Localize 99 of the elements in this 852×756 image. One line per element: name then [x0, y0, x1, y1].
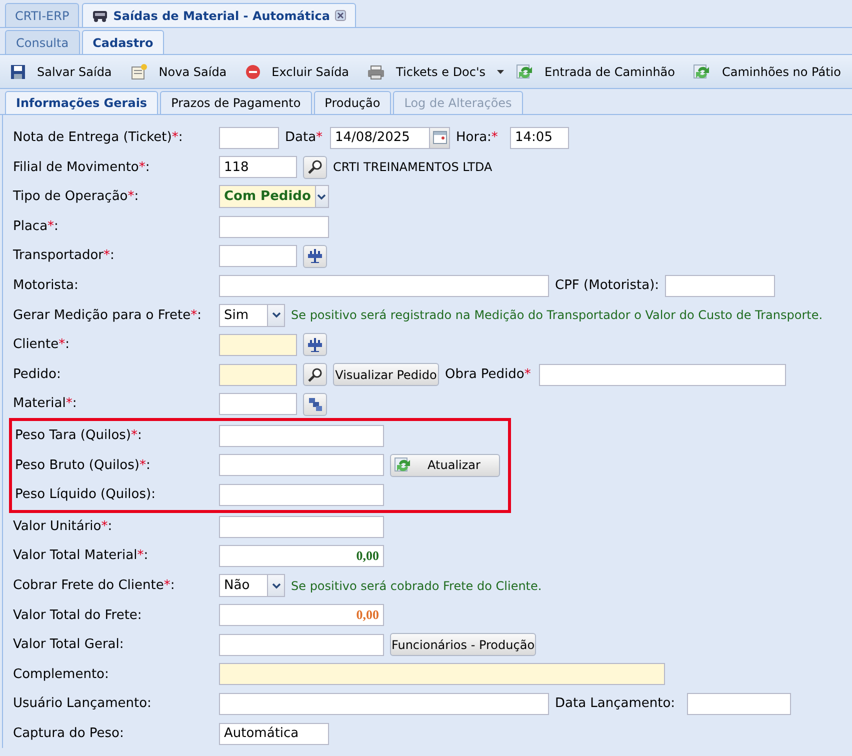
tab[interactable]: Cadastro [82, 30, 164, 54]
field-label: Peso Tara (Quilos)*: [15, 426, 143, 445]
field-label: CPF (Motorista): [555, 277, 660, 296]
input-field[interactable]: 118 [219, 156, 297, 178]
hierarchy-icon [307, 248, 323, 264]
field-label: Obra Pedido* [445, 366, 532, 384]
hint-text: Se positivo será cobrado Frete do Cliente. [291, 578, 542, 595]
field-label: Gerar Medição para o Frete*: [13, 306, 202, 325]
amount-field[interactable]: 0,00 [219, 545, 384, 568]
search-button[interactable] [303, 363, 327, 386]
field-label: Data Lançamento: [555, 695, 676, 714]
minus-circle-icon [244, 64, 261, 80]
date-field[interactable]: 14/08/2025 [330, 126, 450, 149]
input-field[interactable] [219, 274, 549, 297]
search-icon [307, 366, 323, 383]
field-label: Valor Total do Frete: [13, 606, 143, 625]
field-label: Cobrar Frete do Cliente*: [13, 576, 176, 595]
input-field[interactable] [665, 274, 776, 297]
input-field[interactable] [219, 484, 384, 506]
toolbar-button[interactable]: Excluir Saída [242, 60, 358, 84]
input-field[interactable] [219, 245, 297, 268]
caret-icon[interactable] [314, 186, 328, 208]
tab-label: CRTI-ERP [15, 8, 70, 24]
input-field[interactable] [539, 364, 786, 386]
calendar-icon[interactable] [429, 128, 449, 148]
input-field[interactable] [219, 334, 297, 356]
refresh-icon [516, 64, 534, 80]
caret-icon [496, 70, 504, 74]
printer-icon [367, 64, 386, 80]
field-label: Valor Total Material*: [13, 547, 150, 566]
close-icon[interactable] [334, 10, 346, 21]
input-field[interactable] [219, 454, 384, 476]
input-field[interactable] [219, 424, 384, 447]
field-label: Hora:* [456, 129, 499, 148]
toolbar-button[interactable]: Entrada de Caminhão [514, 60, 683, 84]
tab[interactable]: Produção [314, 91, 392, 114]
dropdown-value: Sim [223, 306, 250, 325]
field-label: Data* [285, 129, 324, 148]
tab[interactable]: Consulta [5, 30, 80, 54]
refresh-button[interactable]: Atualizar [390, 454, 500, 477]
field-label: Valor Unitário*: [13, 518, 114, 536]
dropdown-value: Com Pedido [223, 188, 312, 206]
input-field[interactable]: 14:05 [510, 126, 569, 149]
field-label: Peso Bruto (Quilos)*: [15, 456, 152, 475]
field-label: Complemento: [13, 666, 110, 684]
toolbar-button[interactable]: Tickets e Doc's [365, 60, 506, 84]
branch-name: CRTI TREINAMENTOS LTDA [333, 159, 492, 176]
dropdown-field[interactable]: Com Pedido [219, 185, 329, 208]
dropdown-value: Não [223, 577, 251, 596]
toolbar-button[interactable]: Nova Saída [128, 60, 235, 84]
tab[interactable]: Prazos de Pagamento [160, 91, 312, 114]
refresh-icon [394, 457, 412, 474]
hierarchy-icon [307, 336, 323, 353]
field-label: Valor Total Geral: [13, 636, 125, 654]
field-label: Nota de Entrega (Ticket)*: [13, 129, 184, 148]
tab-label: Saídas de Material - Automática [113, 8, 330, 24]
input-field[interactable] [219, 516, 384, 538]
toolbar-button[interactable]: Caminhões no Pátio [691, 60, 849, 84]
field-label: Motorista: [13, 277, 80, 296]
toolbar-button[interactable]: Salvar Saída [8, 60, 120, 84]
input-field[interactable] [219, 126, 279, 149]
field-label: Tipo de Operação*: [13, 188, 140, 206]
truck-icon [92, 8, 108, 22]
input-field[interactable] [219, 693, 549, 716]
field-label: Transportador*: [13, 247, 116, 266]
input-field[interactable] [219, 216, 329, 238]
field-label: Cliente*: [13, 336, 71, 354]
field-label: Filial de Movimento*: [13, 158, 151, 177]
boxes-icon [307, 396, 323, 412]
input-field[interactable] [219, 663, 665, 686]
field-label: Material*: [13, 395, 78, 414]
search-button[interactable] [303, 156, 327, 179]
field-label: Peso Líquido (Quilos): [15, 486, 156, 504]
hint-text: Se positivo será registrado na Medição do Transportador o Valor do Custo de Transporte. [291, 307, 823, 324]
boxes-button[interactable] [303, 392, 327, 416]
input-field[interactable] [219, 393, 297, 416]
field-label: Usuário Lançamento: [13, 695, 152, 714]
input-field[interactable] [687, 693, 791, 716]
field-label: Captura do Peso: [13, 724, 125, 743]
new-document-icon [130, 64, 148, 80]
input-field[interactable] [219, 634, 384, 656]
action-button[interactable]: Funcionários - Produção [390, 633, 536, 656]
dropdown-field[interactable]: Não [219, 574, 285, 598]
hierarchy-button[interactable] [303, 333, 327, 356]
input-field[interactable]: Automática [219, 722, 329, 745]
refresh-icon [693, 64, 711, 80]
field-label: Pedido: [13, 366, 62, 384]
action-button[interactable]: Visualizar Pedido [333, 363, 439, 386]
dropdown-field[interactable]: Sim [219, 304, 285, 327]
input-field[interactable] [219, 364, 297, 386]
caret-icon[interactable] [267, 304, 284, 326]
app-tab[interactable]: CRTI-ERP [5, 3, 80, 27]
hierarchy-button[interactable] [303, 244, 327, 268]
date-value: 14/08/2025 [334, 128, 411, 147]
app-tab[interactable]: Saídas de Material - Automática [82, 3, 356, 27]
caret-icon[interactable] [267, 575, 284, 596]
search-icon [307, 159, 323, 176]
tab[interactable]: Informações Gerais [5, 91, 158, 114]
field-label: Placa*: [13, 218, 60, 236]
